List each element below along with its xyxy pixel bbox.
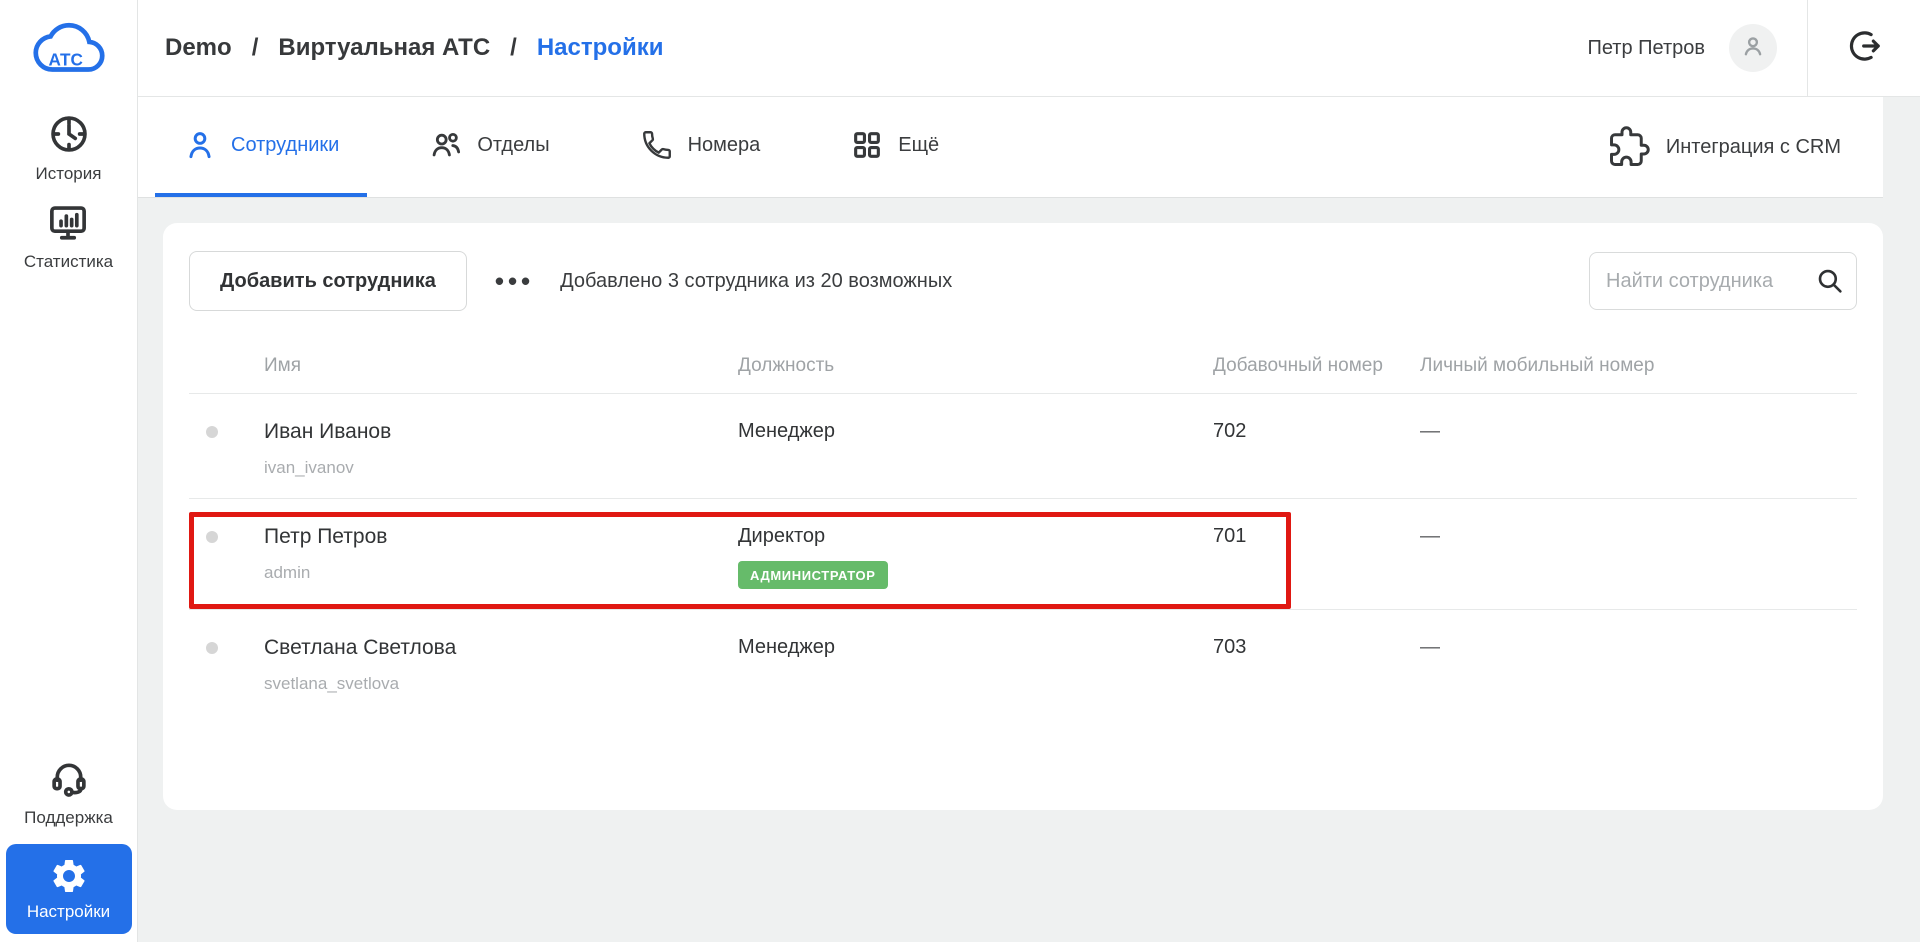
sidebar-item-history[interactable]: История xyxy=(35,112,102,184)
table-row[interactable]: Иван Иванов ivan_ivanov Менеджер 702 — xyxy=(189,394,1857,499)
header: Demo / Виртуальная АТС / Настройки Петр … xyxy=(138,0,1920,97)
employees-count-text: Добавлено 3 сотрудника из 20 возможных xyxy=(560,269,953,292)
column-header-role: Должность xyxy=(738,355,835,376)
column-header-name: Имя xyxy=(264,355,302,376)
employee-role: Директор xyxy=(738,524,826,547)
sidebar-item-statistics[interactable]: Статистика xyxy=(24,200,113,272)
employee-name: Иван Иванов xyxy=(264,419,392,443)
breadcrumb-item-settings[interactable]: Настройки xyxy=(537,34,664,62)
administrator-badge: АДМИНИСТРАТОР xyxy=(738,560,888,589)
logout-icon xyxy=(1845,27,1883,70)
sidebar: АТС История Статистика Поддержка Настрой… xyxy=(0,0,138,942)
employee-extension: 703 xyxy=(1213,635,1247,658)
tab-more[interactable]: Ещё xyxy=(822,97,967,197)
column-header-mobile: Личный мобильный номер xyxy=(1420,355,1655,376)
logout-button[interactable] xyxy=(1808,0,1920,96)
tab-employees[interactable]: Сотрудники xyxy=(155,97,368,197)
people-icon xyxy=(429,128,463,162)
employee-role: Менеджер xyxy=(738,635,836,658)
tab-label: Номера xyxy=(687,133,761,156)
employee-name: Светлана Светлова xyxy=(264,635,457,659)
status-dot xyxy=(206,425,218,438)
tab-bar: Сотрудники Отделы Номера Ещё Интеграция … xyxy=(138,97,1883,198)
statistics-monitor-icon xyxy=(46,200,90,244)
clock-icon xyxy=(47,112,91,156)
atc-logo[interactable]: АТС xyxy=(31,10,107,82)
crm-label: Интеграция с CRM xyxy=(1665,135,1841,158)
sidebar-item-label: История xyxy=(35,164,102,183)
gear-icon xyxy=(49,856,89,896)
avatar[interactable] xyxy=(1729,24,1777,72)
employees-card: Добавить сотрудника ••• Добавлено 3 сотр… xyxy=(163,223,1883,810)
table-row[interactable]: Светлана Светлова svetlana_svetlova Мене… xyxy=(189,610,1857,714)
headset-icon xyxy=(47,756,91,800)
toolbar: Добавить сотрудника ••• Добавлено 3 сотр… xyxy=(189,251,1857,311)
main-column: Demo / Виртуальная АТС / Настройки Петр … xyxy=(138,0,1920,942)
breadcrumb-separator: / xyxy=(251,34,259,61)
svg-text:АТС: АТС xyxy=(48,50,82,70)
table-row[interactable]: Петр Петров admin Директор АДМИНИСТРАТОР… xyxy=(189,499,1857,610)
search-icon[interactable] xyxy=(1815,266,1845,296)
tab-label: Ещё xyxy=(898,133,940,156)
header-right: Петр Петров xyxy=(1587,0,1920,97)
table-header: Имя Должность Добавочный номер Личный мо… xyxy=(189,353,1857,394)
status-dot xyxy=(206,530,218,543)
search-box xyxy=(1589,252,1857,310)
tab-label: Сотрудники xyxy=(231,133,340,156)
employee-login: ivan_ivanov xyxy=(264,457,354,477)
breadcrumb: Demo / Виртуальная АТС / Настройки xyxy=(165,34,663,62)
breadcrumb-item-demo[interactable]: Demo xyxy=(165,34,232,62)
employee-extension: 702 xyxy=(1213,419,1247,442)
sidebar-item-label: Поддержка xyxy=(24,808,113,827)
crm-integration-button[interactable]: Интеграция с CRM xyxy=(1608,97,1841,197)
puzzle-icon xyxy=(1608,126,1650,168)
employee-login: admin xyxy=(264,562,311,582)
tab-label: Отделы xyxy=(477,133,550,156)
employee-mobile: — xyxy=(1420,635,1440,658)
employee-cell: Петр Петров admin xyxy=(264,525,738,583)
grid-icon xyxy=(850,128,884,162)
breadcrumb-item-vats[interactable]: Виртуальная АТС xyxy=(278,34,490,62)
sidebar-item-label: Настройки xyxy=(26,902,111,921)
employee-mobile: — xyxy=(1420,419,1440,442)
phone-icon xyxy=(640,128,674,162)
user-name: Петр Петров xyxy=(1587,36,1705,59)
add-employee-button[interactable]: Добавить сотрудника xyxy=(189,251,467,311)
content-area: Добавить сотрудника ••• Добавлено 3 сотр… xyxy=(138,198,1920,942)
app-window: АТС История Статистика Поддержка Настрой… xyxy=(0,0,1920,942)
sidebar-item-support[interactable]: Поддержка xyxy=(24,756,113,828)
employee-name: Петр Петров xyxy=(264,524,388,548)
cloud-atc-icon: АТС xyxy=(31,22,107,86)
employee-role-cell: Директор АДМИНИСТРАТОР xyxy=(738,525,1213,589)
sidebar-item-label: Статистика xyxy=(23,252,114,271)
tab-numbers[interactable]: Номера xyxy=(612,97,789,197)
status-dot xyxy=(206,641,218,654)
person-icon xyxy=(183,128,217,162)
employee-extension: 701 xyxy=(1213,524,1247,547)
employee-role: Менеджер xyxy=(738,419,836,442)
more-options-icon[interactable]: ••• xyxy=(495,268,534,294)
breadcrumb-separator: / xyxy=(510,34,517,61)
avatar-person-icon xyxy=(1738,31,1768,66)
tab-departments[interactable]: Отделы xyxy=(401,97,577,197)
employee-cell: Светлана Светлова svetlana_svetlova xyxy=(264,636,738,694)
employee-mobile: — xyxy=(1420,524,1440,547)
sidebar-item-settings[interactable]: Настройки xyxy=(5,844,132,934)
column-header-extension: Добавочный номер xyxy=(1213,355,1383,376)
employee-login: svetlana_svetlova xyxy=(264,673,400,693)
employee-cell: Иван Иванов ivan_ivanov xyxy=(264,420,738,478)
